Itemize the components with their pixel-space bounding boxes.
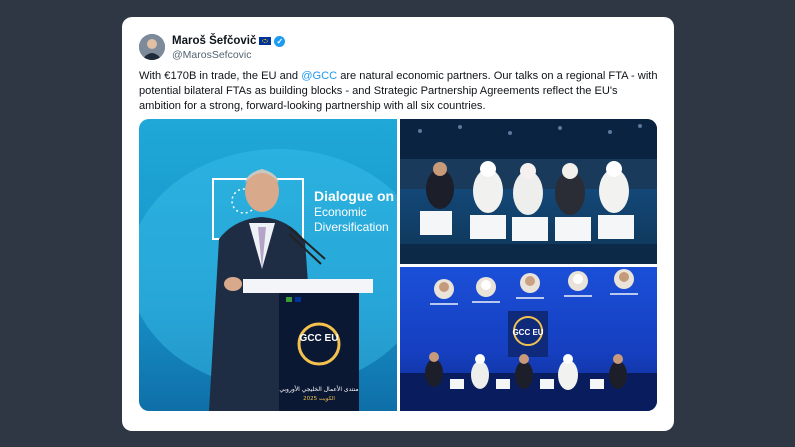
author-avatar[interactable] <box>139 34 165 60</box>
podium-arabic-sub: الكويت 2025 <box>303 395 335 402</box>
tweet-text: With €170B in trade, the EU and @GCC are… <box>139 69 659 115</box>
verified-badge-icon: ✓ <box>274 35 286 47</box>
author-handle[interactable]: @MarosSefcovic <box>172 49 252 61</box>
photo-audience-seated[interactable] <box>400 119 657 264</box>
podium-arabic-title: منتدى الأعمال الخليجي الأوروبي <box>279 385 358 393</box>
sign-line3: Diversification <box>314 220 389 234</box>
eu-flag-icon <box>259 37 272 45</box>
author-name[interactable]: Maroš Šefčovič <box>172 35 256 47</box>
photo-speaker-at-podium[interactable]: GCC EU منتدى الأعمال الخليجي الأوروبي ال… <box>139 119 397 411</box>
author-name-row[interactable]: Maroš Šefčovič ✓ <box>172 35 286 47</box>
photo-panel-on-stage[interactable]: GCC EU <box>400 267 657 411</box>
sign-title: Dialogue on <box>314 188 394 204</box>
sign-line2: Economic <box>314 205 367 219</box>
tweet-card: Maroš Šefčovič ✓ @MarosSefcovic With €17… <box>122 17 674 431</box>
media-grid: GCC EU منتدى الأعمال الخليجي الأوروبي ال… <box>139 119 657 411</box>
tweet-text-part1: With €170B in trade, the EU and <box>139 70 302 82</box>
podium-logo: GCC EU <box>300 333 339 344</box>
screen-logo: GCC EU <box>512 328 543 337</box>
mention-link[interactable]: @GCC <box>301 70 337 82</box>
